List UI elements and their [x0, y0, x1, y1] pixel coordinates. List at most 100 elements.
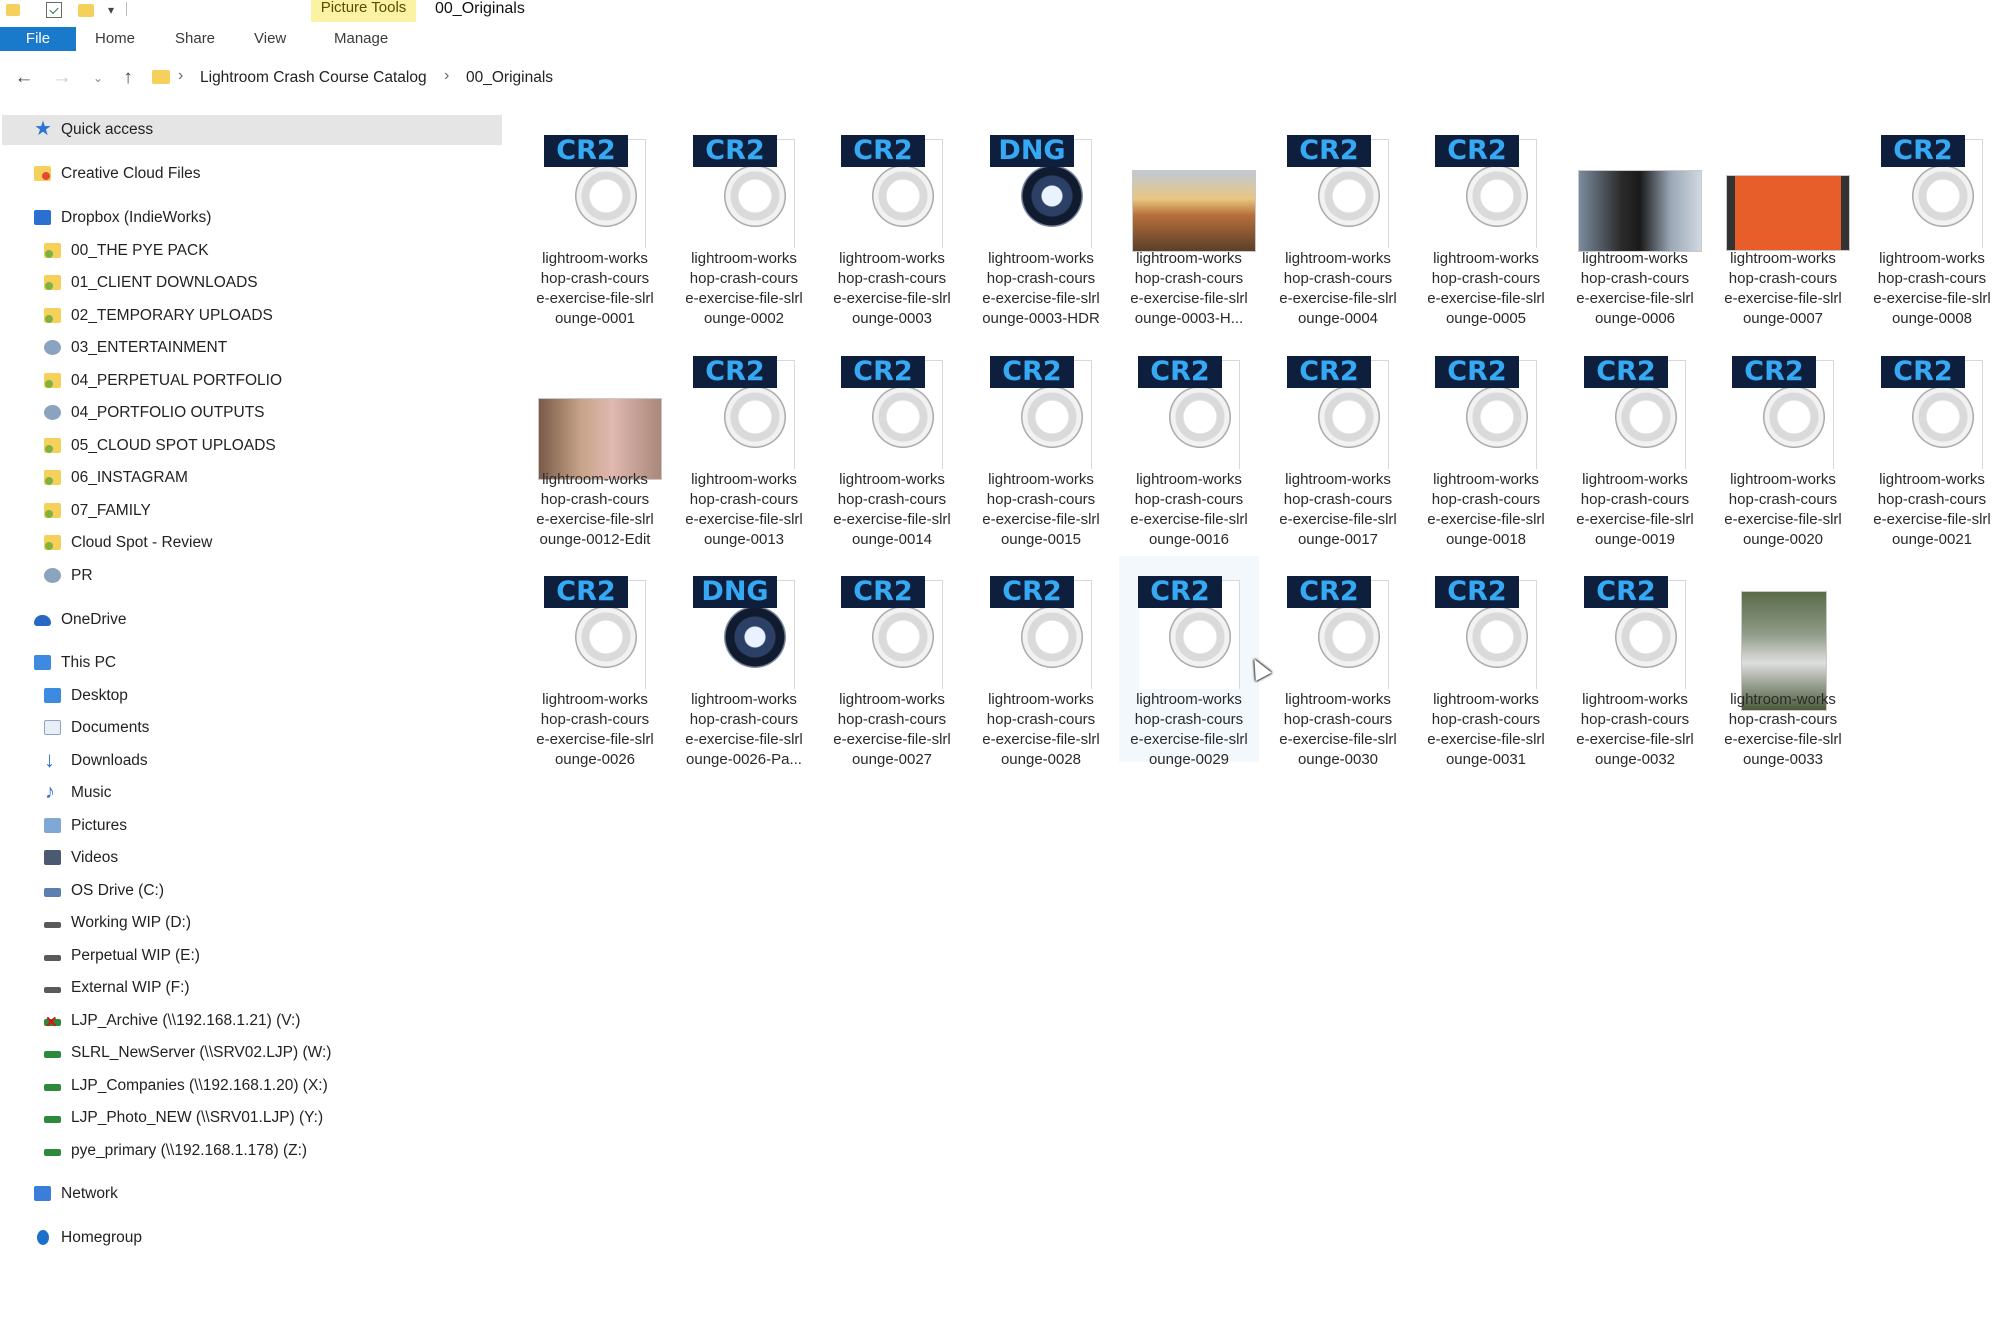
tab-view[interactable]: View — [254, 27, 286, 51]
file-name: lightroom-works hop-crash-cours e-exercise… — [1565, 249, 1705, 329]
file-item[interactable]: CR2 lightroom-works hop-crash-cours e-exerc… — [822, 556, 962, 768]
file-name-line: lightroom-works — [1582, 691, 1688, 708]
file-name-line: e-exercise-file-slrl — [1873, 511, 1991, 528]
dng-file-icon: DNG — [684, 566, 804, 689]
file-item[interactable]: CR2 lightroom-works hop-crash-cours e-exerc… — [1416, 336, 1556, 548]
photo-preview — [1132, 170, 1256, 252]
file-name: lightroom-works hop-crash-cours e-exercise… — [822, 690, 962, 770]
cr2-file-icon: CR2 — [1129, 566, 1249, 689]
new-folder-icon[interactable] — [78, 4, 94, 17]
file-item[interactable]: CR2 lightroom-works hop-crash-cours e-exerc… — [822, 115, 962, 327]
file-type-badge: CR2 — [1138, 576, 1222, 608]
file-name-line: hop-crash-cours — [1877, 270, 1987, 287]
file-item[interactable]: CR2 lightroom-works hop-crash-cours e-exerc… — [525, 556, 665, 768]
file-name: lightroom-works hop-crash-cours e-exercise… — [674, 470, 814, 550]
file-name-line: hop-crash-cours — [540, 711, 650, 728]
synced-folder-icon — [44, 438, 61, 453]
properties-icon[interactable] — [46, 2, 62, 18]
file-name-line: ounge-0001 — [554, 310, 636, 327]
file-item[interactable]: CR2 lightroom-works hop-crash-cours e-exerc… — [674, 336, 814, 548]
folder-icon[interactable] — [6, 4, 20, 16]
breadcrumb-catalog[interactable]: Lightroom Crash Course Catalog — [200, 69, 427, 87]
file-type-badge: CR2 — [1435, 576, 1519, 608]
tab-home[interactable]: Home — [95, 27, 135, 51]
up-arrow-icon[interactable]: ↑ — [116, 65, 140, 91]
shared-folder-icon — [44, 405, 61, 420]
file-item[interactable]: CR2 lightroom-works hop-crash-cours e-exerc… — [1565, 336, 1705, 548]
image-thumbnail — [1723, 566, 1843, 711]
file-item[interactable]: lightroom-works hop-crash-cours e-exercise… — [1713, 115, 1853, 327]
customize-quick-access-dropdown[interactable]: ▾ — [104, 0, 118, 17]
file-name-line: lightroom-works — [839, 691, 945, 708]
file-item[interactable]: CR2 lightroom-works hop-crash-cours e-exerc… — [1862, 336, 2000, 548]
breadcrumb-chevron-icon[interactable]: › — [178, 67, 183, 85]
breadcrumb-originals[interactable]: 00_Originals — [466, 69, 553, 87]
file-name-line: hop-crash-cours — [689, 711, 799, 728]
file-item[interactable]: CR2 lightroom-works hop-crash-cours e-exerc… — [1862, 115, 2000, 327]
file-item[interactable]: CR2 lightroom-works hop-crash-cours e-exerc… — [1416, 115, 1556, 327]
file-item[interactable]: CR2 lightroom-works hop-crash-cours e-exerc… — [1268, 115, 1408, 327]
breadcrumb-chevron-icon[interactable]: › — [444, 67, 449, 85]
file-item[interactable]: CR2 lightroom-works hop-crash-cours e-exerc… — [1268, 556, 1408, 768]
image-thumbnail — [1723, 125, 1850, 251]
file-item[interactable]: CR2 lightroom-works hop-crash-cours e-exerc… — [1119, 556, 1259, 768]
file-name-line: ounge-0015 — [1000, 531, 1082, 548]
recent-locations-chevron-icon[interactable]: ⌄ — [86, 65, 110, 91]
file-name-line: ounge-0018 — [1445, 531, 1527, 548]
file-item[interactable]: DNG lightroom-works hop-crash-cours e-exerc… — [971, 115, 1111, 327]
forward-arrow-icon[interactable]: → — [50, 65, 74, 91]
file-name-line: e-exercise-file-slrl — [1724, 731, 1842, 748]
cr2-file-icon: CR2 — [1723, 346, 1843, 469]
aperture-icon — [1021, 606, 1083, 668]
file-item[interactable]: lightroom-works hop-crash-cours e-exercise… — [1713, 556, 1853, 768]
file-type-badge: CR2 — [990, 576, 1074, 608]
cr2-file-icon: CR2 — [1426, 566, 1546, 689]
file-name-line: hop-crash-cours — [1283, 711, 1393, 728]
file-item[interactable]: lightroom-works hop-crash-cours e-exercise… — [1119, 115, 1259, 327]
file-name: lightroom-works hop-crash-cours e-exercise… — [971, 249, 1111, 329]
nav-folder-label: 06_INSTAGRAM — [71, 469, 188, 486]
file-item[interactable]: CR2 lightroom-works hop-crash-cours e-exerc… — [1268, 336, 1408, 548]
file-name-line: hop-crash-cours — [1728, 270, 1838, 287]
file-item[interactable]: lightroom-works hop-crash-cours e-exercise… — [525, 336, 665, 548]
nav-folder-label: 03_ENTERTAINMENT — [71, 339, 228, 356]
file-name-line: lightroom-works — [1730, 471, 1836, 488]
file-type-badge: CR2 — [544, 135, 628, 167]
cr2-file-icon: CR2 — [535, 566, 655, 689]
file-name-line: lightroom-works — [1879, 471, 1985, 488]
file-item[interactable]: CR2 lightroom-works hop-crash-cours e-exerc… — [1713, 336, 1853, 548]
file-item[interactable]: DNG lightroom-works hop-crash-cours e-exerc… — [674, 556, 814, 768]
picture-tools-context-tab[interactable]: Picture Tools — [311, 0, 416, 22]
network-icon — [34, 1186, 51, 1201]
file-view: CR2 lightroom-works hop-crash-cours e-exerc… — [525, 115, 2000, 815]
file-name-line: ounge-0008 — [1891, 310, 1973, 327]
file-item[interactable]: CR2 lightroom-works hop-crash-cours e-exerc… — [971, 336, 1111, 548]
file-type-badge: CR2 — [1287, 356, 1371, 388]
aperture-icon — [872, 386, 934, 448]
file-name-line: lightroom-works — [1285, 471, 1391, 488]
file-item[interactable]: CR2 lightroom-works hop-crash-cours e-exerc… — [525, 115, 665, 327]
download-arrow-icon — [44, 747, 61, 773]
aperture-icon — [1318, 386, 1380, 448]
synced-folder-icon — [44, 243, 61, 258]
file-name-line: ounge-0014 — [851, 531, 933, 548]
aperture-icon — [1912, 165, 1974, 227]
tab-share[interactable]: Share — [175, 27, 215, 51]
back-arrow-icon[interactable]: ← — [12, 65, 36, 91]
file-name-line: ounge-0031 — [1445, 751, 1527, 768]
file-item[interactable]: CR2 lightroom-works hop-crash-cours e-exerc… — [822, 336, 962, 548]
file-item[interactable]: lightroom-works hop-crash-cours e-exercise… — [1565, 115, 1705, 327]
file-item[interactable]: CR2 lightroom-works hop-crash-cours e-exerc… — [1119, 336, 1259, 548]
tab-file[interactable]: File — [0, 27, 76, 51]
file-type-badge: CR2 — [841, 576, 925, 608]
file-item[interactable]: CR2 lightroom-works hop-crash-cours e-exerc… — [674, 115, 814, 327]
hard-drive-icon — [44, 922, 61, 928]
file-name: lightroom-works hop-crash-cours e-exercise… — [1416, 470, 1556, 550]
nav-folder-label: 01_CLIENT DOWNLOADS — [71, 274, 258, 291]
file-name: lightroom-works hop-crash-cours e-exercise… — [1565, 470, 1705, 550]
tab-manage[interactable]: Manage — [334, 27, 388, 51]
file-item[interactable]: CR2 lightroom-works hop-crash-cours e-exerc… — [1565, 556, 1705, 768]
file-item[interactable]: CR2 lightroom-works hop-crash-cours e-exerc… — [971, 556, 1111, 768]
file-name-line: lightroom-works — [691, 471, 797, 488]
file-item[interactable]: CR2 lightroom-works hop-crash-cours e-exerc… — [1416, 556, 1556, 768]
